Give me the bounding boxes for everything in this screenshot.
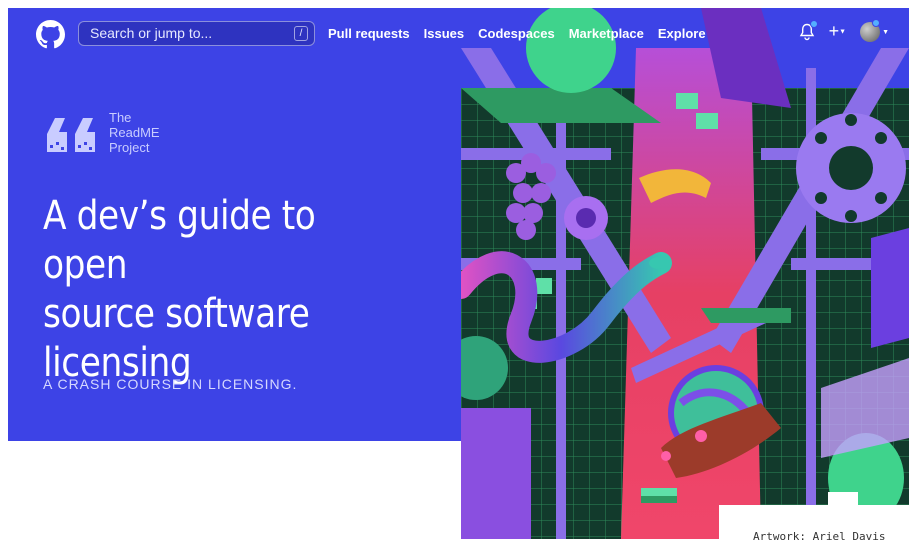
search-shortcut-key: / — [294, 26, 308, 41]
artwork-illustration — [461, 8, 909, 539]
readme-project-brand[interactable]: The ReadME Project — [45, 110, 160, 155]
search-placeholder: Search or jump to... — [90, 25, 213, 41]
nav-pull-requests[interactable]: Pull requests — [328, 26, 410, 41]
nav-links: Pull requests Issues Codespaces Marketpl… — [328, 26, 720, 41]
notification-dot — [809, 20, 818, 28]
page-title: A dev’s guide to open source software li… — [43, 192, 370, 388]
artwork-credit: Artwork: Ariel Davis — [719, 505, 909, 559]
nav-issues[interactable]: Issues — [424, 26, 464, 41]
artwork-credit-text: Artwork: Ariel Davis — [753, 530, 886, 543]
brand-line: Project — [109, 140, 150, 155]
nav-explore[interactable]: Explore — [658, 26, 706, 41]
title-line: A dev’s guide to open — [43, 193, 316, 288]
credit-notch — [828, 492, 858, 506]
hero-artwork — [461, 8, 909, 539]
chevron-down-icon: ▼ — [839, 28, 847, 36]
brand-line: ReadME — [109, 125, 160, 140]
chevron-down-icon: ▼ — [882, 28, 889, 36]
nav-codespaces[interactable]: Codespaces — [478, 26, 555, 41]
avatar-status-dot — [872, 19, 881, 27]
notifications-button[interactable] — [799, 20, 818, 41]
nav-actions: +▼ ▼ — [799, 19, 889, 42]
github-logo-icon[interactable] — [36, 20, 65, 49]
quote-mark-logo-icon — [47, 118, 95, 152]
top-nav: Search or jump to... / Pull requests Iss… — [8, 8, 909, 60]
nav-marketplace[interactable]: Marketplace — [569, 26, 644, 41]
search-input[interactable]: Search or jump to... / — [78, 21, 315, 46]
user-menu-button[interactable]: ▼ — [860, 19, 889, 42]
brand-name: The ReadME Project — [109, 110, 160, 155]
title-line: source software — [43, 291, 310, 337]
create-new-button[interactable]: +▼ — [829, 22, 846, 41]
plus-icon: + — [828, 21, 840, 42]
brand-line: The — [109, 110, 132, 125]
page-subtitle: A CRASH COURSE IN LICENSING. — [43, 376, 298, 392]
